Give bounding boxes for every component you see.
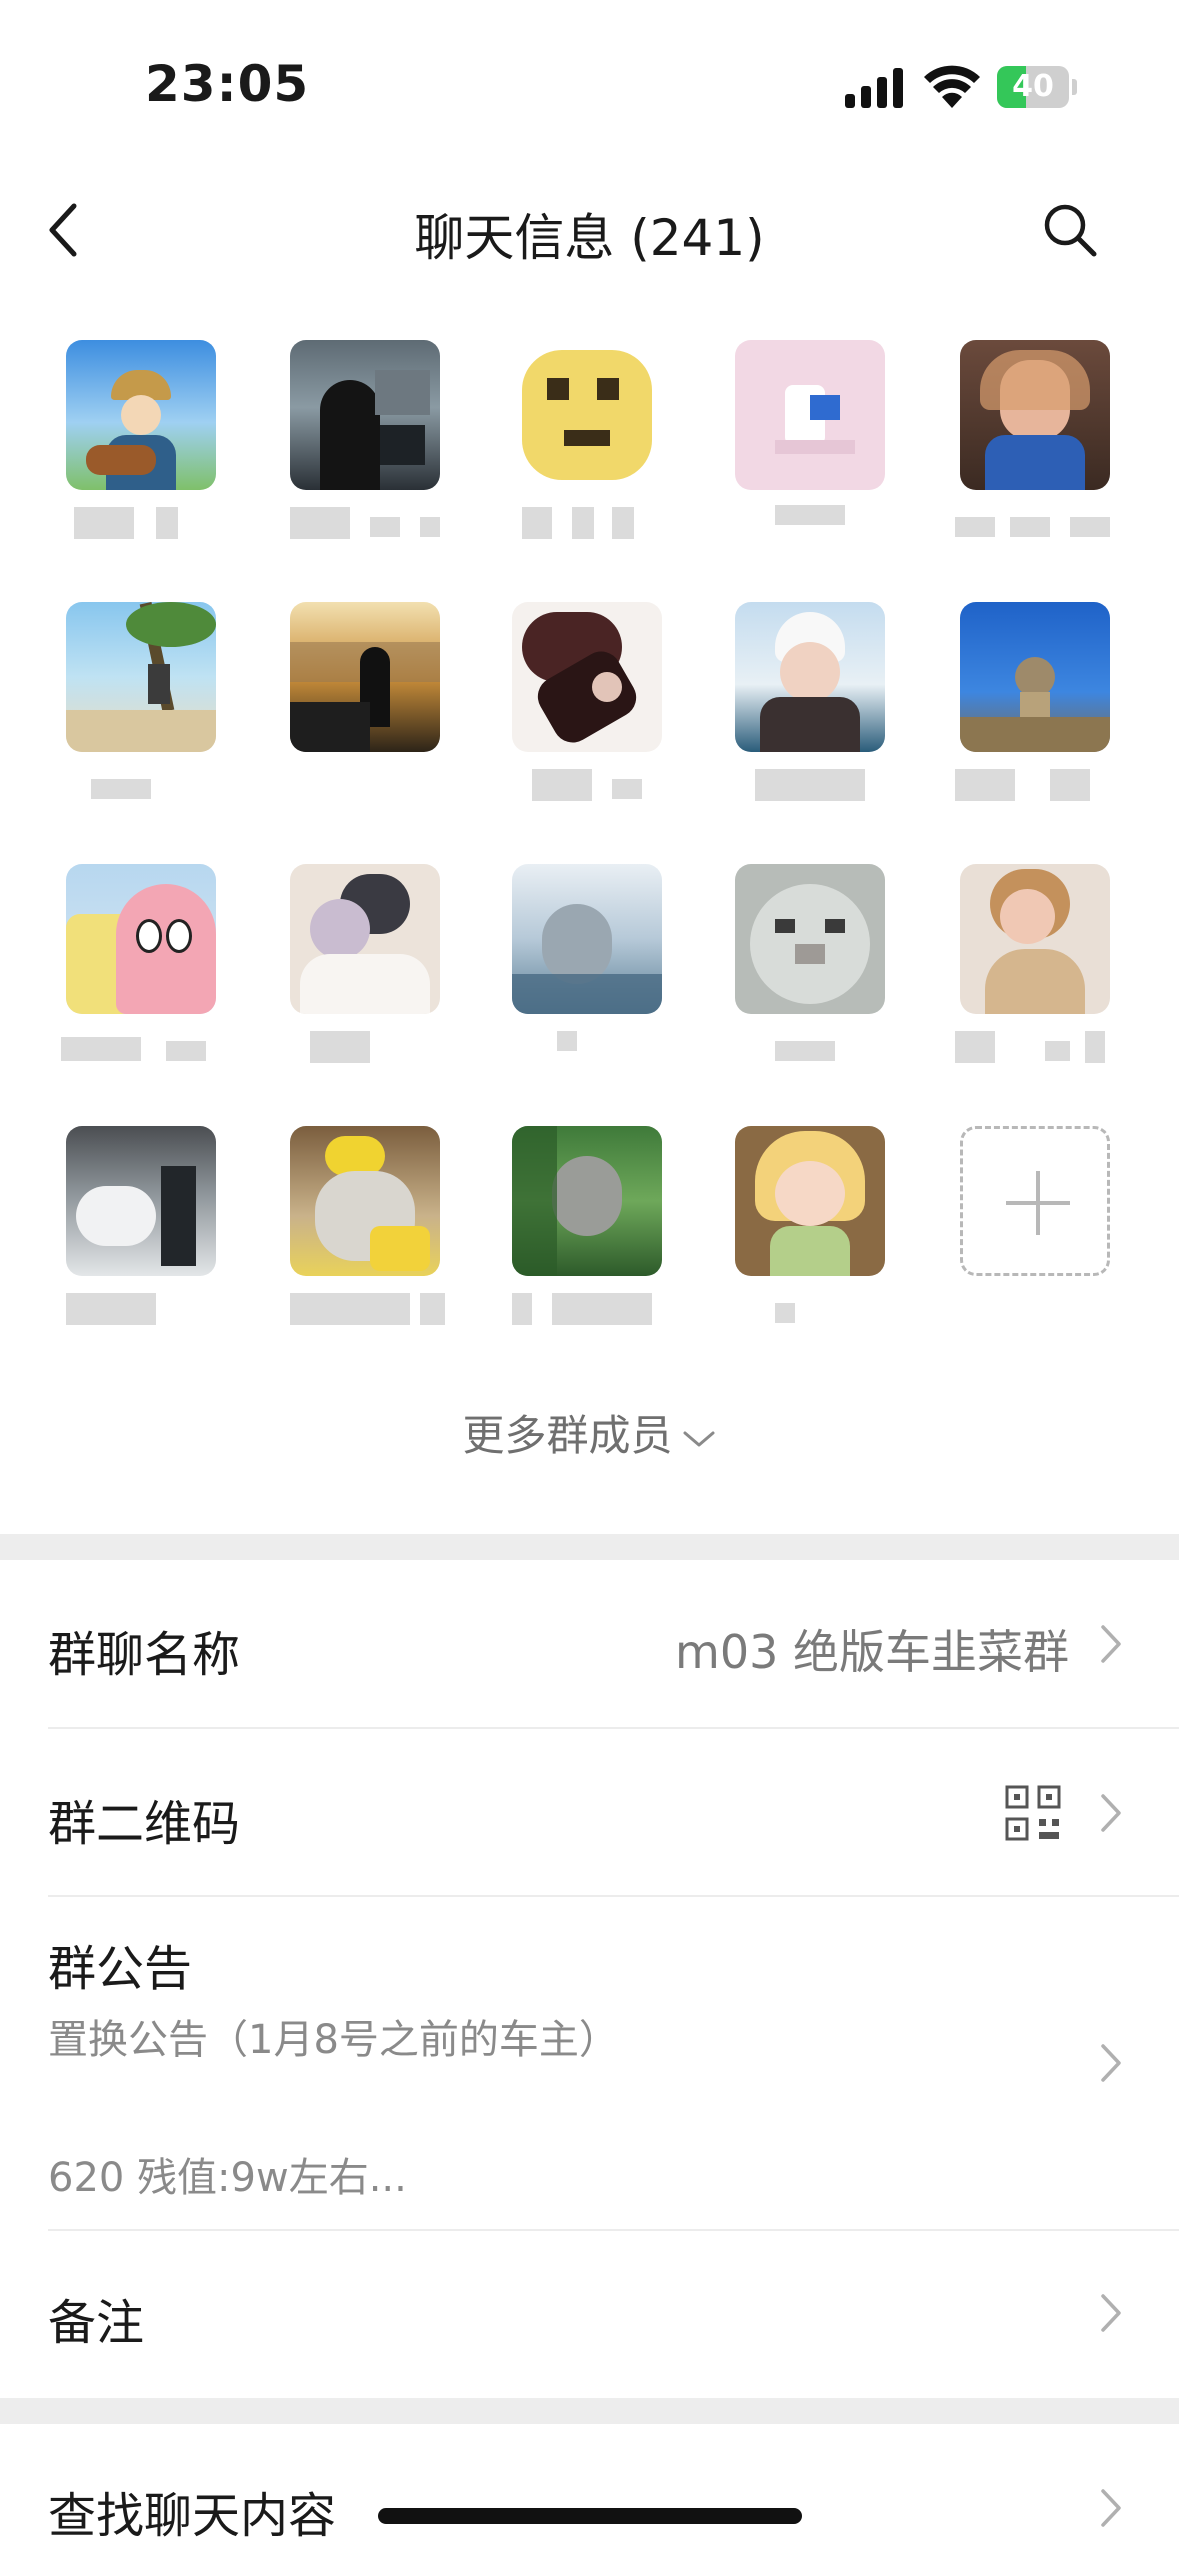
member-name-blurred (492, 1289, 682, 1329)
member-avatar[interactable] (735, 602, 885, 752)
member-avatar[interactable] (290, 340, 440, 490)
chevron-right-icon (1101, 1625, 1121, 1663)
group-name-label: 群聊名称 (48, 1627, 241, 1683)
announcement-line1: 置换公告（1月8号之前的车主） (48, 2017, 619, 2063)
group-announcement-row[interactable]: 群公告 置换公告（1月8号之前的车主） 620 残值:9w左右... (0, 1897, 1179, 2229)
group-qr-row[interactable]: 群二维码 (0, 1729, 1179, 1895)
member-name-blurred (940, 1027, 1130, 1067)
member-avatar[interactable] (512, 602, 662, 752)
member-item[interactable] (735, 340, 885, 550)
member-item[interactable] (66, 602, 216, 812)
member-item[interactable] (735, 1126, 885, 1336)
add-member-button[interactable] (960, 1126, 1110, 1336)
more-members-label: 更多群成员 (462, 1411, 673, 1460)
chevron-down-icon (683, 1431, 714, 1446)
search-icon[interactable] (1040, 200, 1100, 260)
member-avatar[interactable] (66, 1126, 216, 1276)
section-separator (0, 2398, 1179, 2424)
member-avatar[interactable] (66, 340, 216, 490)
member-avatar[interactable] (960, 340, 1110, 490)
member-name-blurred (46, 1289, 236, 1329)
member-item[interactable] (290, 340, 440, 550)
member-name-blurred (492, 1027, 682, 1067)
signal-icon (845, 68, 903, 108)
member-avatar[interactable] (512, 864, 662, 1014)
member-name-blurred (270, 1027, 460, 1067)
announcement-label: 群公告 (48, 1941, 193, 1997)
member-avatar[interactable] (960, 602, 1110, 752)
member-name-blurred (492, 765, 682, 805)
member-item[interactable] (290, 602, 440, 812)
member-name-blurred (940, 765, 1130, 805)
nav-bar: 聊天信息 (241) (0, 170, 1179, 290)
member-avatar[interactable] (735, 1126, 885, 1276)
member-item[interactable] (66, 1126, 216, 1336)
member-name-blurred (940, 503, 1130, 543)
member-name-blurred (715, 503, 905, 543)
more-members-button[interactable]: 更多群成员 (0, 1402, 1179, 1463)
member-avatar[interactable] (66, 864, 216, 1014)
status-time: 23:05 (145, 55, 310, 113)
qr-code-icon (1005, 1785, 1061, 1841)
member-avatar[interactable] (290, 602, 440, 752)
member-avatar[interactable] (960, 864, 1110, 1014)
group-name-row[interactable]: 群聊名称 m03 绝版车韭菜群 (0, 1560, 1179, 1728)
home-indicator (378, 2508, 802, 2524)
battery-level: 40 (1012, 69, 1054, 104)
member-avatar[interactable] (290, 864, 440, 1014)
member-item[interactable] (955, 864, 1110, 1074)
member-item[interactable] (955, 340, 1110, 550)
member-item[interactable] (290, 864, 440, 1074)
member-name-blurred (715, 1289, 905, 1329)
member-avatar[interactable] (735, 864, 885, 1014)
remark-label: 备注 (48, 2295, 145, 2351)
member-item[interactable] (290, 1126, 445, 1336)
chevron-right-icon (1101, 2489, 1121, 2527)
member-item[interactable] (61, 864, 216, 1074)
search-chat-row[interactable]: 查找聊天内容 (0, 2424, 1179, 2556)
wifi-icon (924, 65, 980, 108)
status-bar: 23:05 40 (0, 0, 1179, 170)
member-avatar[interactable] (512, 340, 662, 490)
group-name-value: m03 绝版车韭菜群 (675, 1625, 1069, 1679)
page-title: 聊天信息 (241) (414, 209, 765, 267)
member-item[interactable] (66, 340, 216, 550)
member-item[interactable] (735, 602, 885, 812)
chevron-right-icon (1101, 1794, 1121, 1832)
member-name-blurred (715, 765, 905, 805)
member-item[interactable] (512, 602, 662, 812)
member-name-blurred (46, 1027, 236, 1067)
member-item[interactable] (512, 340, 662, 550)
group-qr-label: 群二维码 (48, 1796, 241, 1852)
member-name-blurred (492, 503, 682, 543)
plus-icon[interactable] (960, 1126, 1110, 1276)
remark-row[interactable]: 备注 (0, 2231, 1179, 2397)
announcement-line2: 620 残值:9w左右... (48, 2155, 407, 2201)
member-name-blurred (270, 1289, 460, 1329)
member-name-blurred (46, 765, 236, 805)
member-avatar[interactable] (290, 1126, 440, 1276)
member-item[interactable] (735, 864, 885, 1074)
member-name-blurred (46, 503, 236, 543)
section-separator (0, 1534, 1179, 1560)
member-avatar[interactable] (66, 602, 216, 752)
member-avatar[interactable] (512, 1126, 662, 1276)
search-chat-label: 查找聊天内容 (48, 2488, 337, 2544)
member-item[interactable] (512, 1126, 662, 1336)
member-item[interactable] (512, 864, 662, 1074)
member-name-blurred (715, 1027, 905, 1067)
chevron-right-icon (1101, 2294, 1121, 2332)
member-item[interactable] (955, 602, 1110, 812)
chevron-right-icon (1101, 2044, 1121, 2082)
battery-icon: 40 (997, 66, 1077, 108)
member-name-blurred (270, 503, 460, 543)
member-avatar[interactable] (735, 340, 885, 490)
